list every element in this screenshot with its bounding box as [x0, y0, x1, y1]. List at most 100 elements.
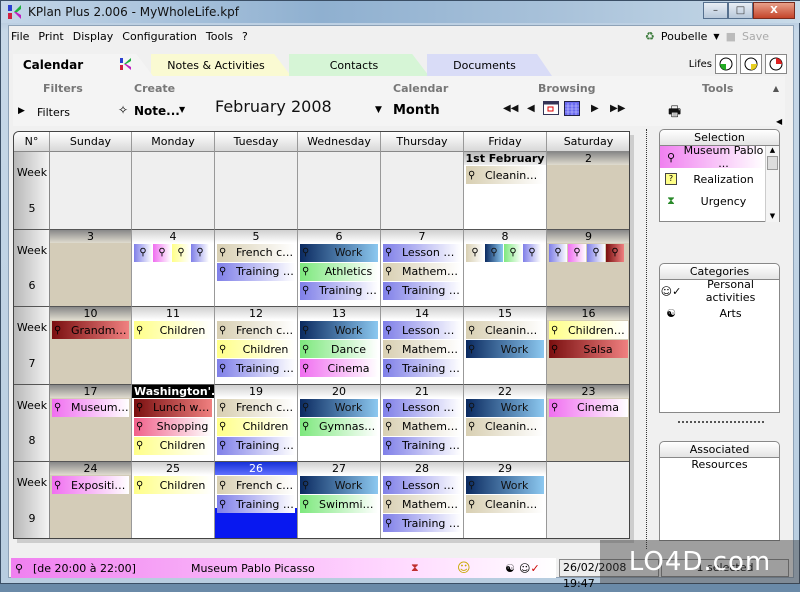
menu-configuration[interactable]: Configuration: [122, 30, 197, 43]
day-cell[interactable]: 27 ⚲ Work ⚲ Swimming ...: [298, 462, 381, 538]
day-number[interactable]: 4: [132, 229, 214, 243]
save-button[interactable]: Save: [742, 30, 769, 43]
day-number[interactable]: 23: [547, 384, 629, 398]
menu-file[interactable]: File: [11, 30, 29, 43]
day-number[interactable]: 8: [464, 229, 546, 243]
view-select[interactable]: Month: [393, 103, 440, 118]
calendar-event[interactable]: ⚲ Training of ...: [383, 359, 461, 377]
day-number[interactable]: 17: [50, 384, 131, 398]
calendar-event[interactable]: ⚲ Children: [217, 340, 295, 358]
day-number[interactable]: 28: [381, 462, 463, 475]
day-number[interactable]: 25: [132, 462, 214, 475]
event-pin-icon[interactable]: ⚲: [504, 243, 522, 262]
calendar-event[interactable]: ⚲ Museum P...: [52, 398, 129, 417]
calendar-event[interactable]: ⚲ Training of ...: [300, 281, 378, 300]
next-year-icon[interactable]: ▶▶: [610, 103, 625, 114]
calendar-event[interactable]: ⚲ Cleaning lady: [466, 321, 544, 339]
close-button[interactable]: X: [753, 2, 795, 19]
event-pin-icon[interactable]: ⚲: [172, 243, 190, 262]
event-pin-icon[interactable]: ⚲: [134, 243, 152, 262]
create-dropdown-icon[interactable]: ▼: [179, 105, 185, 114]
day-cell[interactable]: 15 ⚲ Cleaning lady ⚲ Work: [464, 307, 547, 385]
life-red-button[interactable]: [765, 54, 787, 74]
event-pin-icon[interactable]: ⚲: [549, 243, 567, 262]
day-cell[interactable]: 16 ⚲ Children pa... ⚲ Salsa: [547, 307, 629, 385]
collapse-side-icon[interactable]: ◀: [776, 117, 782, 126]
day-cell[interactable]: 9 ⚲ ⚲ ⚲ ⚲: [547, 229, 629, 307]
calendar-event[interactable]: ⚲ French cou...: [217, 398, 295, 417]
calendar-event[interactable]: ⚲ Work: [300, 398, 378, 417]
calendar-event[interactable]: ⚲ Training of ...: [217, 495, 295, 513]
day-cell[interactable]: 24 ⚲ Exposition r...: [50, 462, 132, 538]
calendar-event[interactable]: ⚲ Training of ...: [383, 281, 461, 300]
calendar-event[interactable]: ⚲ Lesson of ...: [383, 398, 461, 417]
day-number[interactable]: 9: [547, 229, 629, 243]
day-number[interactable]: 16: [547, 307, 629, 320]
calendar-event[interactable]: ⚲ Cleaning lady: [466, 417, 544, 436]
calendar-event[interactable]: ⚲ Mathematics: [383, 340, 461, 358]
event-pin-icon[interactable]: ⚲: [191, 243, 209, 262]
calendar-event[interactable]: ⚲ Swimming ...: [300, 495, 378, 513]
day-cell[interactable]: 13 ⚲ Work ⚲ Dance ⚲ Cinema: [298, 307, 381, 385]
life-green-button[interactable]: [715, 54, 737, 74]
calendar-event[interactable]: ⚲ French cou...: [217, 321, 295, 339]
calendar-event[interactable]: ⚲ Athletics: [300, 262, 378, 281]
create-note-button[interactable]: Note...: [134, 104, 180, 118]
day-cell[interactable]: 1st February ⚲ Cleaning lady: [464, 152, 547, 230]
calendar-event[interactable]: ⚲ Grandma's ...: [52, 321, 129, 339]
tab-calendar[interactable]: Calendar: [13, 54, 153, 76]
filters-toggle[interactable]: Filters: [37, 106, 70, 119]
event-pin-icon[interactable]: ⚲: [466, 243, 484, 262]
tab-documents[interactable]: Documents: [427, 54, 552, 76]
day-number[interactable]: 2: [547, 152, 629, 165]
calendar-event[interactable]: ⚲ Lesson of ...: [383, 476, 461, 494]
menu-print[interactable]: Print: [38, 30, 63, 43]
day-number[interactable]: 21: [381, 384, 463, 398]
calendar-event[interactable]: ⚲ Dance: [300, 340, 378, 358]
prev-month-icon[interactable]: ◀: [527, 103, 535, 114]
day-cell[interactable]: 20 ⚲ Work ⚲ Gymnastics: [298, 384, 381, 462]
calendar-event[interactable]: ⚲ Lesson of ...: [383, 243, 461, 262]
day-number[interactable]: 5: [215, 229, 297, 243]
day-number[interactable]: 13: [298, 307, 380, 320]
menu-display[interactable]: Display: [73, 30, 114, 43]
trash-button[interactable]: Poubelle: [661, 30, 708, 43]
day-cell[interactable]: 29 ⚲ Work ⚲ Cleaning lady: [464, 462, 547, 538]
calendar-event[interactable]: ⚲ Work: [300, 321, 378, 339]
calendar-event[interactable]: ⚲ Work: [300, 476, 378, 494]
day-cell[interactable]: 8 ⚲ ⚲ ⚲ ⚲: [464, 229, 547, 307]
menu-tools[interactable]: Tools: [206, 30, 233, 43]
calendar-event[interactable]: ⚲ Lesson of ...: [383, 321, 461, 339]
day-cell[interactable]: 21 ⚲ Lesson of ... ⚲ Mathematics ⚲ Training of…: [381, 384, 464, 462]
day-number[interactable]: Washington'...: [132, 384, 214, 398]
calendar-event[interactable]: ⚲ Work: [466, 340, 544, 358]
event-pin-icon[interactable]: ⚲: [568, 243, 586, 262]
day-cell[interactable]: 25 ⚲ Children: [132, 462, 215, 538]
calendar-event[interactable]: ⚲ Children pa...: [549, 321, 628, 339]
selection-item[interactable]: ⚲ Museum Pablo ...: [660, 146, 765, 170]
scroll-up-icon[interactable]: ▲: [766, 146, 779, 154]
day-number[interactable]: 24: [50, 462, 131, 475]
category-item[interactable]: ☯ Arts: [660, 302, 779, 324]
day-cell[interactable]: 14 ⚲ Lesson of ... ⚲ Mathematics ⚲ Training of…: [381, 307, 464, 385]
today-icon[interactable]: [543, 101, 559, 118]
calendar-event[interactable]: ⚲ Salsa: [549, 340, 628, 358]
calendar-event[interactable]: ⚲ Cinema: [549, 398, 628, 417]
life-yellow-button[interactable]: [740, 54, 762, 74]
calendar-event[interactable]: ⚲ Training of ...: [217, 359, 295, 377]
day-cell[interactable]: 19 ⚲ French cou... ⚲ Children ⚲ Training of ..…: [215, 384, 298, 462]
day-cell[interactable]: 10 ⚲ Grandma's ...: [50, 307, 132, 385]
calendar-event[interactable]: ⚲ Training of ...: [383, 436, 461, 455]
view-dropdown-icon[interactable]: ▼: [375, 105, 382, 115]
collapse-up-icon[interactable]: ▲: [773, 84, 779, 93]
calendar-event[interactable]: ⚲ French cou...: [217, 243, 295, 262]
calendar-event[interactable]: ⚲ Shopping: [134, 417, 212, 436]
tab-notes-activities[interactable]: Notes & Activities: [151, 54, 291, 76]
selection-item[interactable]: ? Realization: [660, 168, 765, 190]
calendar-event[interactable]: ⚲ French cou...: [217, 476, 295, 494]
calendar-event[interactable]: ⚲ Children: [134, 436, 212, 455]
selection-item[interactable]: ⧗ Urgency: [660, 190, 765, 212]
tab-contacts[interactable]: Contacts: [289, 54, 429, 76]
calendar-event[interactable]: ⚲ Gymnastics: [300, 417, 378, 436]
event-pin-icon[interactable]: ⚲: [153, 243, 171, 262]
